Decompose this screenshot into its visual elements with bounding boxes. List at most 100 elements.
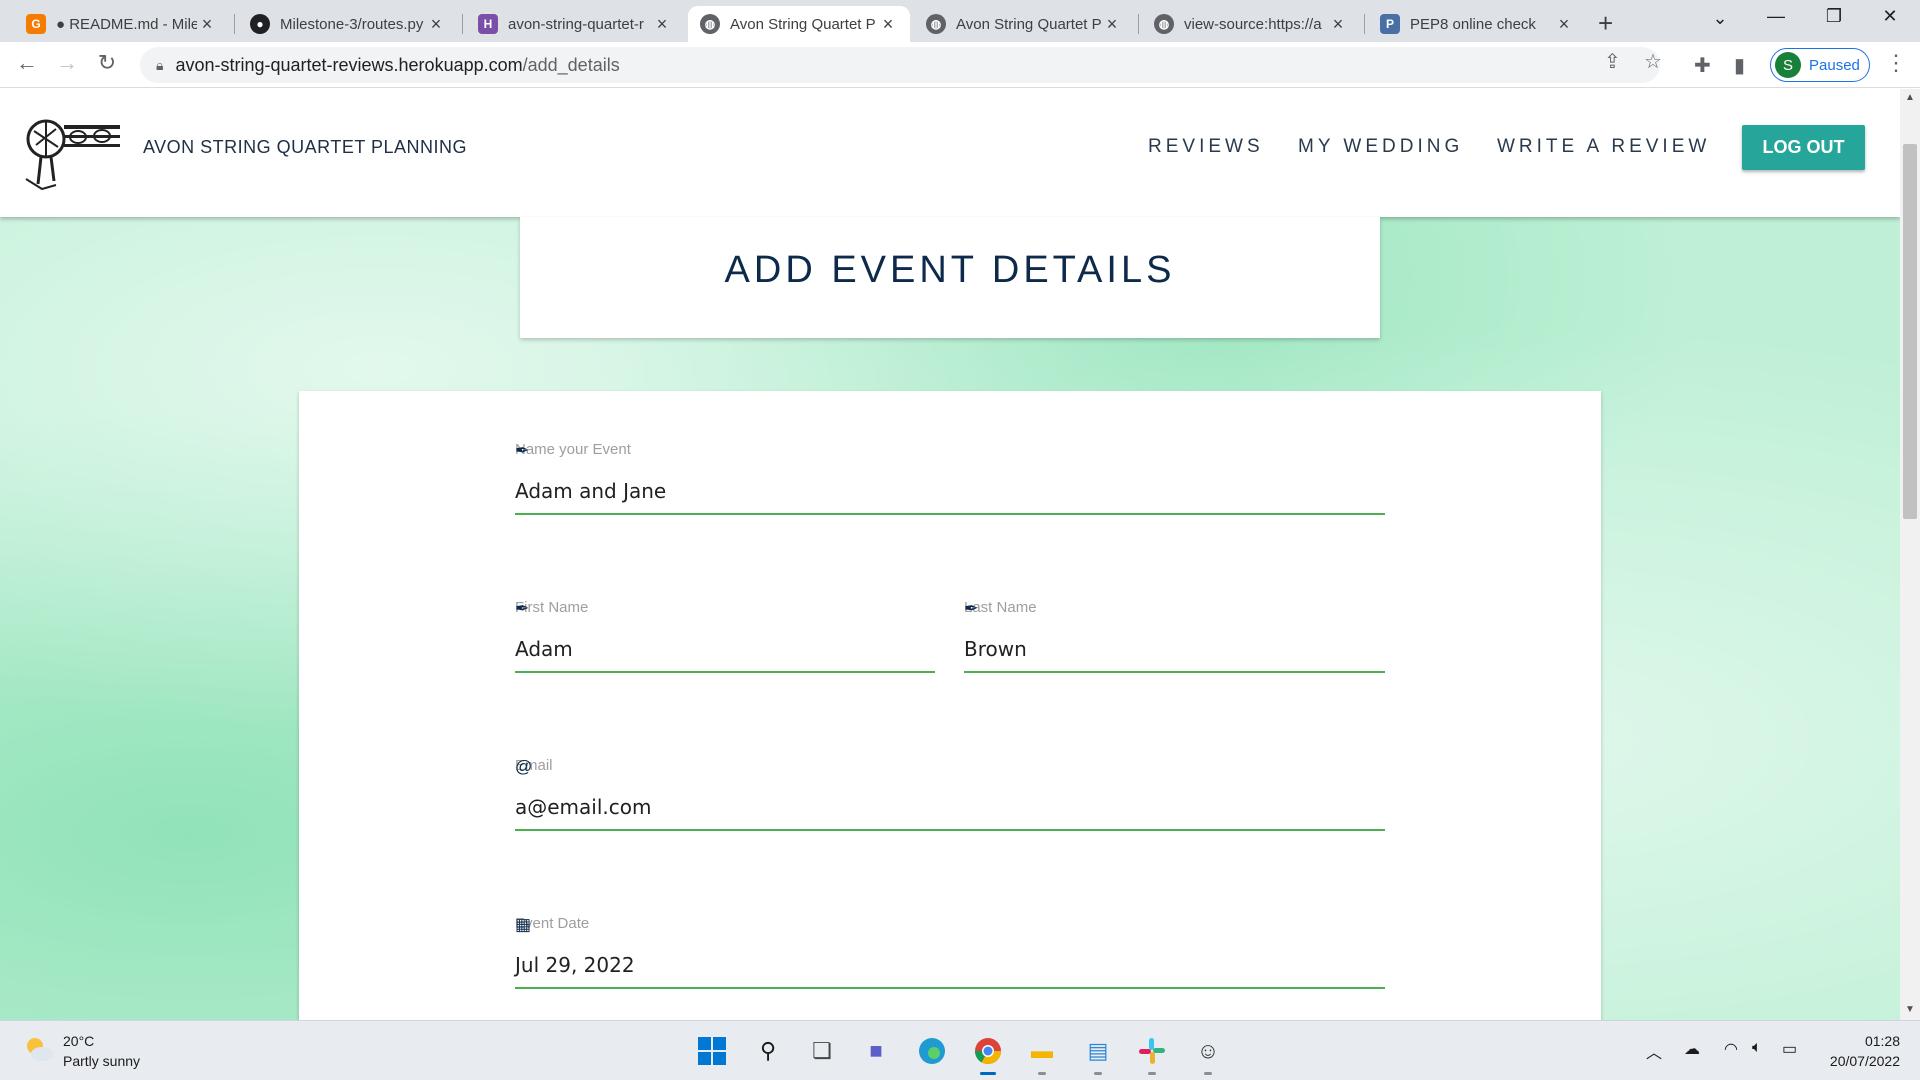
tab-github[interactable]: ● Milestone-3/routes.py × <box>238 6 458 42</box>
tab-avon-2[interactable]: ◍ Avon String Quartet P × <box>914 6 1134 42</box>
task-view-icon[interactable]: ❏ <box>806 1035 838 1067</box>
page-viewport: AVON STRING QUARTET PLANNING REVIEWS MY … <box>0 89 1900 1020</box>
tab-title: Avon String Quartet P <box>730 15 876 33</box>
clock-time: 01:28 <box>1864 1033 1900 1049</box>
profile-button[interactable]: S Paused <box>1770 48 1870 82</box>
scroll-up-icon[interactable]: ▲ <box>1900 92 1920 103</box>
slack-icon[interactable] <box>1136 1035 1168 1075</box>
active-indicator <box>980 1072 996 1075</box>
pep8-icon: P <box>1380 14 1400 34</box>
start-icon[interactable] <box>696 1035 728 1067</box>
nav-reviews-link[interactable]: REVIEWS <box>1148 136 1264 158</box>
input-underline <box>964 671 1385 673</box>
chrome-icon[interactable] <box>972 1035 1004 1075</box>
volume-icon[interactable]: 🔈︎ <box>1752 1039 1762 1057</box>
show-hidden-icons-icon[interactable]: ︿ <box>1646 1039 1662 1063</box>
forward-icon[interactable]: → <box>52 50 82 76</box>
new-tab-icon[interactable]: + <box>1598 8 1613 39</box>
close-icon[interactable]: × <box>878 14 898 35</box>
window-close-icon[interactable]: ✕ <box>1870 6 1910 27</box>
page-title-card: ADD EVENT DETAILS <box>520 217 1380 338</box>
last-name-field[interactable]: Last Name ✒ Brown <box>964 599 1385 675</box>
log-out-button[interactable]: LOG OUT <box>1742 125 1865 170</box>
email-input[interactable]: a@email.com <box>515 795 651 819</box>
extensions-icon[interactable]: ✚ <box>1694 53 1711 78</box>
back-icon[interactable]: ← <box>12 50 42 76</box>
event-name-input[interactable]: Adam and Jane <box>515 479 666 503</box>
notepad-icon[interactable]: ▤ <box>1082 1035 1114 1075</box>
system-clock[interactable]: 01:28 20/07/2022 <box>1820 1031 1900 1071</box>
close-icon[interactable]: × <box>197 14 217 35</box>
heroku-icon: H <box>478 14 498 34</box>
tab-title: ● README.md - Miles <box>56 15 197 33</box>
running-indicator <box>1148 1072 1156 1075</box>
close-icon[interactable]: × <box>1102 14 1122 35</box>
tab-heroku[interactable]: H avon-string-quartet-r × <box>466 6 684 42</box>
event-name-field[interactable]: Name your Event ✒ Adam and Jane <box>515 441 1385 517</box>
globe-icon: ◍ <box>700 14 720 34</box>
weather-condition[interactable]: Partly sunny <box>63 1053 140 1069</box>
windows-taskbar: 20°C Partly sunny ⚲ ❏ ■ ▬ ▤ ☺ ︿ ☁ ◠ 🔈︎ ▭… <box>0 1020 1920 1080</box>
restore-icon[interactable]: ❐ <box>1814 6 1854 27</box>
input-underline <box>515 513 1385 515</box>
tab-title: Milestone-3/routes.py <box>280 15 424 33</box>
tab-search-icon[interactable]: ⌄ <box>1700 8 1740 29</box>
close-icon[interactable]: × <box>426 14 446 35</box>
site-brand-link[interactable]: AVON STRING QUARTET PLANNING <box>143 137 467 158</box>
running-indicator <box>1038 1072 1046 1075</box>
tab-readme[interactable]: G ● README.md - Miles × <box>14 6 229 42</box>
share-icon[interactable]: ⇪ <box>1604 49 1621 74</box>
add-event-form: Name your Event ✒ Adam and Jane First Na… <box>299 391 1601 1020</box>
address-bar[interactable]: 🔒︎ avon-string-quartet-reviews.herokuapp… <box>140 47 1660 83</box>
reload-icon[interactable]: ↻ <box>92 50 122 76</box>
close-icon[interactable]: × <box>1554 14 1574 35</box>
nav-my-wedding-link[interactable]: MY WEDDING <box>1298 136 1463 158</box>
browser-tab-strip: G ● README.md - Miles × ● Milestone-3/ro… <box>0 0 1920 42</box>
tab-separator <box>1364 14 1365 34</box>
tab-view-source[interactable]: ◍ view-source:https://a × <box>1142 6 1360 42</box>
feather-icon: ✒ <box>515 441 530 460</box>
lock-icon[interactable]: 🔒︎ <box>156 57 163 74</box>
page-scrollbar[interactable]: ▲ ▼ <box>1900 89 1920 1020</box>
scrollbar-thumb[interactable] <box>1903 144 1917 519</box>
first-name-input[interactable]: Adam <box>515 637 573 661</box>
tab-title: view-source:https://a <box>1184 15 1322 33</box>
last-name-input[interactable]: Brown <box>964 637 1027 661</box>
emoji-app-icon[interactable]: ☺ <box>1192 1035 1224 1075</box>
edge-icon[interactable] <box>916 1035 948 1067</box>
close-icon[interactable]: × <box>652 14 672 35</box>
teams-chat-icon[interactable]: ■ <box>860 1035 892 1067</box>
close-icon[interactable]: × <box>1328 14 1348 35</box>
tab-avon-active[interactable]: ◍ Avon String Quartet P × <box>688 6 910 42</box>
file-explorer-icon[interactable]: ▬ <box>1026 1035 1058 1075</box>
nav-write-review-link[interactable]: WRITE A REVIEW <box>1497 136 1710 158</box>
battery-icon[interactable]: ▭ <box>1782 1039 1797 1059</box>
bookmark-star-icon[interactable]: ☆ <box>1644 49 1662 74</box>
github-icon: ● <box>250 14 270 34</box>
minimize-icon[interactable]: — <box>1756 6 1796 27</box>
clock-date: 20/07/2022 <box>1829 1053 1900 1069</box>
globe-icon: ◍ <box>926 14 946 34</box>
input-underline <box>515 987 1385 989</box>
tab-pep8[interactable]: P PEP8 online check × <box>1368 6 1586 42</box>
first-name-field[interactable]: First Name ✒ Adam <box>515 599 935 675</box>
at-sign-icon: @ <box>515 757 533 776</box>
string-quartet-logo[interactable] <box>16 109 124 193</box>
page-title: ADD EVENT DETAILS <box>724 249 1176 291</box>
tab-title: avon-string-quartet-r <box>508 15 644 33</box>
running-indicator <box>1204 1072 1212 1075</box>
wifi-icon[interactable]: ◠ <box>1724 1039 1738 1059</box>
menu-kebab-icon[interactable]: ⋮ <box>1885 50 1907 76</box>
email-field[interactable]: Email @ a@email.com <box>515 757 1385 833</box>
search-icon[interactable]: ⚲ <box>752 1035 784 1067</box>
partly-sunny-icon[interactable] <box>24 1036 54 1062</box>
onedrive-cloud-icon[interactable]: ☁ <box>1684 1039 1700 1059</box>
event-date-field[interactable]: Event Date ▦ Jul 29, 2022 <box>515 915 1385 991</box>
scroll-down-icon[interactable]: ▼ <box>1900 1004 1920 1015</box>
weather-temperature[interactable]: 20°C <box>63 1033 94 1049</box>
event-date-input[interactable]: Jul 29, 2022 <box>515 953 635 977</box>
calendar-icon: ▦ <box>515 915 532 934</box>
side-panel-icon[interactable]: ▮ <box>1734 53 1745 78</box>
input-underline <box>515 829 1385 831</box>
url-host: avon-string-quartet-reviews.herokuapp.co… <box>175 54 523 75</box>
